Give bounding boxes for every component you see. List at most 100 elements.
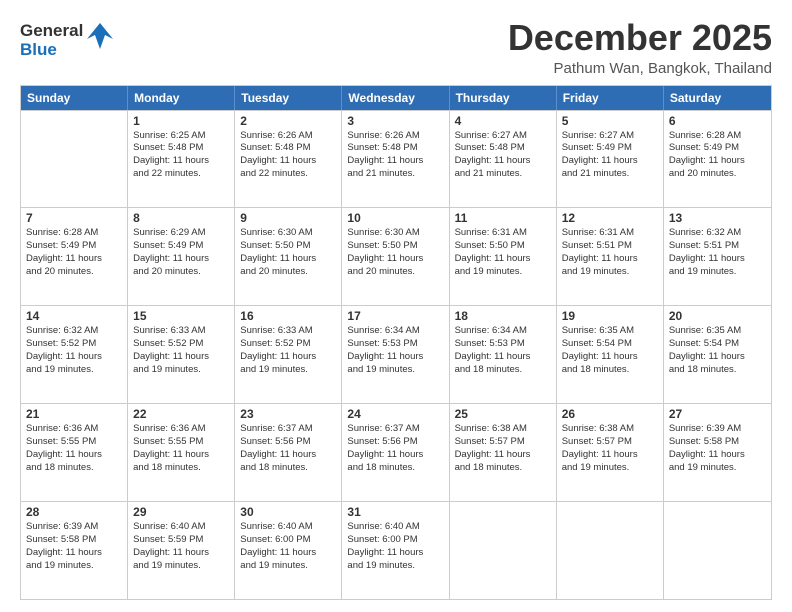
calendar-cell xyxy=(21,111,128,208)
cell-line: Daylight: 11 hours xyxy=(26,547,122,560)
calendar-cell: 7Sunrise: 6:28 AMSunset: 5:49 PMDaylight… xyxy=(21,208,128,305)
cell-line: Sunset: 5:50 PM xyxy=(455,240,551,253)
cell-line: Sunrise: 6:29 AM xyxy=(133,227,229,240)
cell-line: and 18 minutes. xyxy=(133,462,229,475)
cal-header-day: Tuesday xyxy=(235,86,342,110)
cell-line: and 19 minutes. xyxy=(133,560,229,573)
calendar-cell: 1Sunrise: 6:25 AMSunset: 5:48 PMDaylight… xyxy=(128,111,235,208)
logo: General Blue xyxy=(20,22,113,59)
cell-line: Daylight: 11 hours xyxy=(240,547,336,560)
calendar-cell: 21Sunrise: 6:36 AMSunset: 5:55 PMDayligh… xyxy=(21,404,128,501)
logo-general: General xyxy=(20,22,83,41)
calendar-cell: 18Sunrise: 6:34 AMSunset: 5:53 PMDayligh… xyxy=(450,306,557,403)
cell-line: and 19 minutes. xyxy=(669,266,766,279)
cell-line: Sunset: 5:54 PM xyxy=(669,338,766,351)
calendar-cell xyxy=(450,502,557,599)
day-number: 1 xyxy=(133,114,229,128)
header: General Blue December 2025 Pathum Wan, B… xyxy=(20,18,772,77)
cell-line: Sunrise: 6:40 AM xyxy=(240,521,336,534)
day-number: 27 xyxy=(669,407,766,421)
cell-line: Sunset: 5:48 PM xyxy=(347,142,443,155)
cell-line: Daylight: 11 hours xyxy=(455,449,551,462)
day-number: 24 xyxy=(347,407,443,421)
cell-line: and 18 minutes. xyxy=(240,462,336,475)
cell-line: Sunrise: 6:28 AM xyxy=(669,130,766,143)
cell-line: Sunrise: 6:33 AM xyxy=(133,325,229,338)
cell-line: Sunset: 5:49 PM xyxy=(133,240,229,253)
cell-line: Daylight: 11 hours xyxy=(562,155,658,168)
cell-line: Sunrise: 6:40 AM xyxy=(133,521,229,534)
calendar-row: 7Sunrise: 6:28 AMSunset: 5:49 PMDaylight… xyxy=(21,207,771,305)
cell-line: and 19 minutes. xyxy=(26,560,122,573)
day-number: 5 xyxy=(562,114,658,128)
cell-line: and 19 minutes. xyxy=(562,266,658,279)
cell-line: Sunrise: 6:25 AM xyxy=(133,130,229,143)
cell-line: Sunrise: 6:35 AM xyxy=(562,325,658,338)
cell-line: and 21 minutes. xyxy=(455,168,551,181)
day-number: 13 xyxy=(669,211,766,225)
cell-line: Sunset: 5:51 PM xyxy=(562,240,658,253)
cell-line: Daylight: 11 hours xyxy=(26,351,122,364)
day-number: 20 xyxy=(669,309,766,323)
cell-line: and 19 minutes. xyxy=(347,560,443,573)
calendar-cell: 2Sunrise: 6:26 AMSunset: 5:48 PMDaylight… xyxy=(235,111,342,208)
calendar-cell: 10Sunrise: 6:30 AMSunset: 5:50 PMDayligh… xyxy=(342,208,449,305)
day-number: 23 xyxy=(240,407,336,421)
cell-line: and 20 minutes. xyxy=(133,266,229,279)
calendar-cell: 22Sunrise: 6:36 AMSunset: 5:55 PMDayligh… xyxy=(128,404,235,501)
calendar-cell xyxy=(557,502,664,599)
cell-line: Sunset: 5:52 PM xyxy=(26,338,122,351)
cell-line: Daylight: 11 hours xyxy=(562,449,658,462)
cell-line: Sunrise: 6:33 AM xyxy=(240,325,336,338)
calendar-cell: 23Sunrise: 6:37 AMSunset: 5:56 PMDayligh… xyxy=(235,404,342,501)
cell-line: Daylight: 11 hours xyxy=(669,253,766,266)
day-number: 3 xyxy=(347,114,443,128)
day-number: 4 xyxy=(455,114,551,128)
cell-line: Daylight: 11 hours xyxy=(347,253,443,266)
cell-line: Sunset: 5:56 PM xyxy=(240,436,336,449)
cell-line: Sunrise: 6:32 AM xyxy=(669,227,766,240)
calendar-cell: 13Sunrise: 6:32 AMSunset: 5:51 PMDayligh… xyxy=(664,208,771,305)
calendar-cell: 26Sunrise: 6:38 AMSunset: 5:57 PMDayligh… xyxy=(557,404,664,501)
calendar-row: 1Sunrise: 6:25 AMSunset: 5:48 PMDaylight… xyxy=(21,110,771,208)
cell-line: Sunrise: 6:30 AM xyxy=(240,227,336,240)
day-number: 9 xyxy=(240,211,336,225)
day-number: 12 xyxy=(562,211,658,225)
cell-line: Daylight: 11 hours xyxy=(347,449,443,462)
cell-line: and 19 minutes. xyxy=(455,266,551,279)
cell-line: Sunrise: 6:30 AM xyxy=(347,227,443,240)
cell-line: and 18 minutes. xyxy=(562,364,658,377)
cell-line: Daylight: 11 hours xyxy=(455,351,551,364)
cell-line: and 21 minutes. xyxy=(562,168,658,181)
cell-line: and 22 minutes. xyxy=(133,168,229,181)
day-number: 19 xyxy=(562,309,658,323)
day-number: 17 xyxy=(347,309,443,323)
cell-line: Sunset: 6:00 PM xyxy=(240,534,336,547)
cell-line: Daylight: 11 hours xyxy=(669,449,766,462)
cell-line: Sunset: 5:48 PM xyxy=(455,142,551,155)
logo-bird-icon xyxy=(87,21,113,53)
cell-line: Sunrise: 6:40 AM xyxy=(347,521,443,534)
cal-header-day: Saturday xyxy=(664,86,771,110)
cell-line: Sunset: 5:56 PM xyxy=(347,436,443,449)
cal-header-day: Thursday xyxy=(450,86,557,110)
cell-line: Sunrise: 6:27 AM xyxy=(562,130,658,143)
cell-line: Sunrise: 6:39 AM xyxy=(26,521,122,534)
cell-line: Sunset: 5:55 PM xyxy=(26,436,122,449)
cell-line: Daylight: 11 hours xyxy=(455,155,551,168)
cell-line: Sunset: 5:57 PM xyxy=(562,436,658,449)
cal-header-day: Wednesday xyxy=(342,86,449,110)
logo-blue: Blue xyxy=(20,41,83,60)
cell-line: Sunset: 5:52 PM xyxy=(240,338,336,351)
cell-line: Sunrise: 6:26 AM xyxy=(240,130,336,143)
cell-line: Daylight: 11 hours xyxy=(240,351,336,364)
calendar-header: SundayMondayTuesdayWednesdayThursdayFrid… xyxy=(21,86,771,110)
calendar-cell: 14Sunrise: 6:32 AMSunset: 5:52 PMDayligh… xyxy=(21,306,128,403)
calendar: SundayMondayTuesdayWednesdayThursdayFrid… xyxy=(20,85,772,600)
day-number: 8 xyxy=(133,211,229,225)
day-number: 11 xyxy=(455,211,551,225)
calendar-cell: 9Sunrise: 6:30 AMSunset: 5:50 PMDaylight… xyxy=(235,208,342,305)
cell-line: Sunset: 6:00 PM xyxy=(347,534,443,547)
calendar-cell: 16Sunrise: 6:33 AMSunset: 5:52 PMDayligh… xyxy=(235,306,342,403)
cell-line: and 19 minutes. xyxy=(133,364,229,377)
